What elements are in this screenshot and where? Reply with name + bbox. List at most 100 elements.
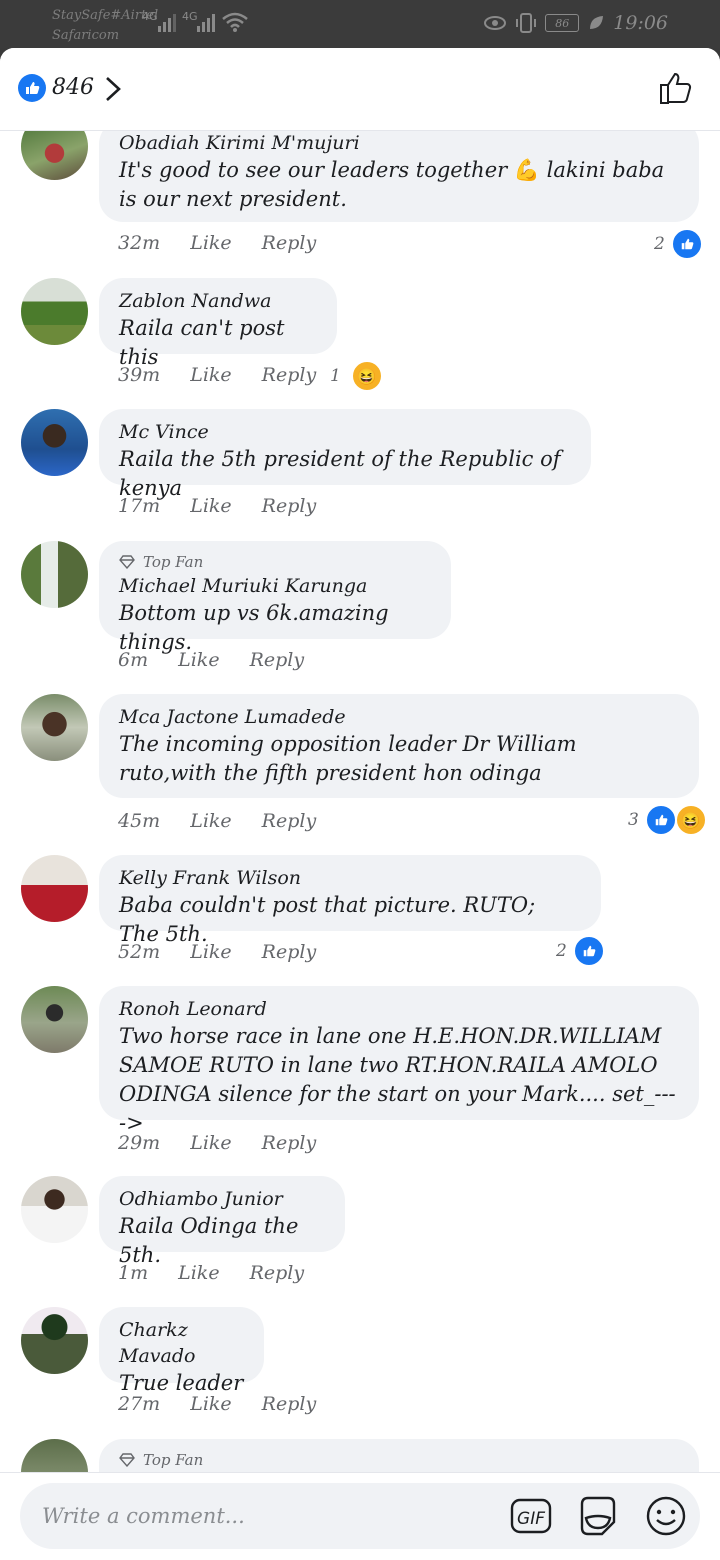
reaction-summary[interactable]: 2 (654, 228, 703, 260)
comment-bubble: Kelly Frank Wilson Baba couldn't post th… (99, 855, 601, 946)
network-type-2: 4G (182, 10, 198, 23)
reply-button[interactable]: Reply (262, 364, 317, 386)
reaction-summary[interactable]: 1 😆 (330, 360, 383, 392)
comment-input-container: GIF (20, 1483, 700, 1549)
comment-input[interactable] (40, 1497, 484, 1535)
comment-actions: 27m Like Reply (118, 1391, 316, 1417)
reply-button[interactable]: Reply (262, 232, 317, 254)
like-button[interactable]: Like (190, 232, 231, 254)
reaction-count: 2 (654, 234, 665, 254)
comment-author[interactable]: Obadiah Kirimi M'mujuri (119, 130, 679, 156)
comment-bubble: Mca Jactone Lumadede The incoming opposi… (99, 694, 699, 798)
comment-time: 6m (118, 649, 149, 671)
comment-author[interactable]: Kelly Frank Wilson (119, 865, 581, 891)
avatar[interactable] (21, 694, 88, 761)
signal-icon-2 (197, 10, 215, 32)
comment-actions: 1m Like Reply (118, 1260, 304, 1286)
like-button[interactable]: Like (190, 1132, 231, 1154)
top-fan-badge: Top Fan (119, 551, 431, 573)
comment-text: Two horse race in lane one H.E.HON.DR.WI… (119, 1024, 676, 1135)
comment-author[interactable]: Charkz Mavado (119, 1317, 244, 1369)
like-button[interactable]: Like (190, 364, 231, 386)
chevron-right-icon[interactable] (104, 76, 122, 102)
comment-time: 39m (118, 364, 161, 386)
clock: 19:06 (613, 12, 668, 34)
reaction-summary[interactable]: 2 (556, 935, 605, 967)
gif-label: GIF (517, 1509, 545, 1529)
comment-time: 27m (118, 1393, 161, 1415)
reply-button[interactable]: Reply (262, 1132, 317, 1154)
comment-author[interactable]: Mca Jactone Lumadede (119, 704, 679, 730)
comment-bubble: Obadiah Kirimi M'mujuri It's good to see… (99, 120, 699, 222)
emoji: 💪 (513, 158, 540, 182)
reply-button[interactable]: Reply (262, 810, 317, 832)
comment-bubble: Charkz Mavado True leader (99, 1307, 264, 1395)
reaction-count: 3 (628, 810, 639, 830)
diamond-icon (119, 1453, 135, 1467)
avatar[interactable] (21, 855, 88, 922)
status-bar: StaySafe#Airtel Safaricom 4G 4G 86 19:06 (0, 0, 720, 48)
like-button[interactable]: Like (190, 810, 231, 832)
avatar[interactable] (21, 278, 88, 345)
avatar[interactable] (21, 1176, 88, 1243)
emoji-icon[interactable] (644, 1494, 688, 1538)
like-reaction-icon (572, 935, 605, 967)
comment-actions: 32m Like Reply (118, 230, 316, 256)
like-reaction-icon (18, 74, 46, 102)
comment-bubble: Odhiambo Junior Raila Odinga the 5th. (99, 1176, 345, 1267)
comment-time: 45m (118, 810, 161, 832)
comment-actions: 45m Like Reply (118, 808, 316, 834)
comment-text: The incoming opposition leader Dr Willia… (119, 732, 577, 785)
like-reaction-icon (670, 228, 703, 260)
comment-time: 52m (118, 941, 161, 963)
comment-text: It's good to see our leaders together 💪 … (119, 158, 665, 211)
leaf-icon (590, 16, 604, 29)
comment-bubble: Top Fan Michael Muriuki Karunga Bottom u… (99, 541, 451, 654)
reply-button[interactable]: Reply (262, 495, 317, 517)
reply-button[interactable]: Reply (262, 1393, 317, 1415)
reply-button[interactable]: Reply (262, 941, 317, 963)
vibrate-icon (516, 13, 537, 33)
like-button[interactable]: Like (178, 649, 219, 671)
comment-time: 17m (118, 495, 161, 517)
reaction-count: 2 (556, 941, 567, 961)
comment-time: 29m (118, 1132, 161, 1154)
comment-author[interactable]: Michael Muriuki Karunga (119, 573, 431, 599)
reply-button[interactable]: Reply (250, 649, 305, 671)
like-button[interactable]: Like (178, 1262, 219, 1284)
top-fan-badge: Top Fan (119, 1449, 679, 1471)
reactions-header: 846 (0, 48, 720, 131)
haha-reaction-icon: 😆 (350, 360, 383, 392)
comment-actions: 6m Like Reply (118, 647, 304, 673)
reaction-summary[interactable]: 3 😆 (628, 804, 707, 836)
comment-actions: 39m Like Reply (118, 362, 316, 388)
avatar[interactable] (21, 1307, 88, 1374)
comment-author[interactable]: Odhiambo Junior (119, 1186, 325, 1212)
reply-button[interactable]: Reply (250, 1262, 305, 1284)
comment-author[interactable]: Mc Vince (119, 419, 571, 445)
like-post-icon[interactable] (658, 70, 694, 106)
gif-button[interactable]: GIF (510, 1496, 552, 1536)
comment-time: 1m (118, 1262, 149, 1284)
like-count[interactable]: 846 (52, 74, 94, 102)
like-button[interactable]: Like (190, 495, 231, 517)
comment-actions: 17m Like Reply (118, 493, 316, 519)
comment-author[interactable]: Zablon Nandwa (119, 288, 317, 314)
like-button[interactable]: Like (190, 1393, 231, 1415)
reaction-count: 1 (330, 366, 341, 386)
avatar[interactable] (21, 986, 88, 1053)
avatar[interactable] (21, 541, 88, 608)
like-button[interactable]: Like (190, 941, 231, 963)
comment-bubble: Ronoh Leonard Two horse race in lane one… (99, 986, 699, 1135)
network-type-1: 4G (142, 10, 158, 23)
signal-icon (158, 10, 176, 32)
comment-author[interactable]: Ronoh Leonard (119, 996, 679, 1022)
comment-actions: 52m Like Reply (118, 939, 316, 965)
comment-time: 32m (118, 232, 161, 254)
comment-actions: 29m Like Reply (118, 1130, 316, 1156)
comment-composer: GIF (0, 1472, 720, 1560)
sticker-icon[interactable] (576, 1494, 620, 1538)
avatar[interactable] (21, 409, 88, 476)
like-reaction-icon (644, 804, 677, 836)
comment-bubble: Mc Vince Raila the 5th president of the … (99, 409, 591, 500)
